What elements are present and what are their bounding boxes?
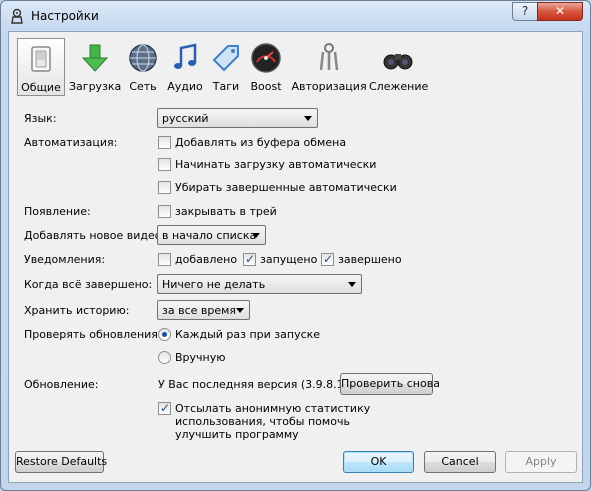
- tab-label: Слежение: [369, 80, 429, 93]
- history-value: за все время: [162, 304, 237, 317]
- chevron-down-icon: [348, 282, 356, 287]
- notify-started-checkbox[interactable]: ✓: [243, 252, 256, 266]
- help-button[interactable]: ?: [512, 2, 538, 21]
- check-again-button[interactable]: Проверить снова: [340, 373, 440, 395]
- tab-label: Сеть: [129, 80, 157, 93]
- title-bar[interactable]: Настройки ? ✕: [1, 1, 590, 31]
- tab-label: Общие: [21, 81, 61, 94]
- checkmark-icon: ✓: [160, 401, 171, 415]
- speedometer-icon: [251, 43, 281, 73]
- stats-line: Отсылать анонимную статистику: [175, 402, 371, 415]
- autoremove-checkbox-label: Убирать завершенные автоматически: [175, 181, 397, 194]
- notifications-label: Уведомления:: [24, 253, 106, 266]
- update-label: Обновление:: [24, 378, 99, 391]
- autostart-checkbox[interactable]: [158, 158, 171, 171]
- cancel-button[interactable]: Cancel: [424, 451, 496, 473]
- tab-label: Загрузка: [69, 80, 122, 93]
- download-arrow-icon: [81, 44, 109, 72]
- when-done-label: Когда всё завершено:: [24, 278, 153, 291]
- globe-icon: [129, 44, 157, 72]
- binoculars-icon: [383, 54, 413, 70]
- clipboard-checkbox[interactable]: [158, 136, 171, 149]
- tab-label: Аудио: [167, 80, 203, 93]
- tab-authorization[interactable]: Авторизация: [290, 38, 368, 96]
- stats-checkbox[interactable]: ✓: [158, 401, 171, 415]
- tab-tags[interactable]: Таги: [209, 38, 243, 96]
- appearance-label: Появление:: [24, 205, 91, 218]
- switch-icon: [31, 46, 51, 72]
- clipboard-checkbox-label: Добавлять из буфера обмена: [175, 136, 347, 149]
- close-button[interactable]: ✕: [537, 2, 583, 21]
- settings-window: Настройки ? ✕ Общие Загрузка Сеть Аудио …: [0, 0, 591, 491]
- category-toolbar: Общие Загрузка Сеть Аудио Таги Boost Авт…: [9, 32, 582, 98]
- window-title: Настройки: [31, 9, 99, 23]
- chevron-down-icon: [304, 116, 312, 121]
- notify-finished-checkbox[interactable]: ✓: [321, 252, 334, 266]
- update-manual-label: Вручную: [175, 351, 226, 364]
- notify-added-checkbox[interactable]: [158, 253, 171, 266]
- tab-label: Boost: [250, 80, 282, 93]
- update-status: У Вас последняя версия (3.9.8.16): [158, 378, 355, 391]
- notify-started-label: запущено: [260, 253, 318, 266]
- client-area: Общие Загрузка Сеть Аудио Таги Boost Авт…: [8, 31, 583, 483]
- checkmark-icon: ✓: [245, 252, 256, 266]
- tray-checkbox[interactable]: [158, 205, 171, 218]
- app-icon: [11, 8, 23, 24]
- add-video-label: Добавлять новое видео:: [24, 229, 166, 242]
- language-value: русский: [162, 112, 209, 125]
- tab-label: Таги: [212, 80, 240, 93]
- radio-dot-icon: [162, 332, 167, 337]
- update-on-start-label: Каждый раз при запуске: [175, 328, 321, 341]
- ok-button[interactable]: OK: [343, 451, 414, 473]
- language-label: Язык:: [24, 112, 57, 125]
- stats-line: использования, чтобы помочь: [175, 415, 350, 428]
- language-select[interactable]: русский: [157, 108, 318, 128]
- tab-download[interactable]: Загрузка: [69, 38, 121, 96]
- stats-line: улучшить программу: [175, 428, 299, 441]
- keys-icon: [319, 43, 339, 71]
- chevron-down-icon: [252, 233, 260, 238]
- automation-label: Автоматизация:: [24, 136, 118, 149]
- restore-defaults-button[interactable]: Restore Defaults: [15, 451, 107, 473]
- stats-label: Отсылать анонимную статистику использова…: [175, 402, 370, 441]
- history-label: Хранить историю:: [24, 304, 130, 317]
- tag-icon: [212, 45, 239, 72]
- apply-button[interactable]: Apply: [505, 451, 577, 473]
- tab-tracking[interactable]: Слежение: [369, 38, 429, 96]
- tab-general[interactable]: Общие: [17, 38, 65, 96]
- tab-network[interactable]: Сеть: [125, 38, 161, 96]
- autostart-checkbox-label: Начинать загрузку автоматически: [175, 158, 377, 171]
- check-updates-label: Проверять обновления:: [24, 328, 162, 341]
- update-on-start-radio[interactable]: [158, 328, 171, 341]
- update-manual-radio[interactable]: [158, 351, 171, 364]
- when-done-value: Ничего не делать: [162, 278, 266, 291]
- music-note-icon: [174, 43, 197, 69]
- when-done-select[interactable]: Ничего не делать: [157, 274, 362, 294]
- history-select[interactable]: за все время: [157, 300, 250, 320]
- tab-boost[interactable]: Boost: [247, 38, 285, 96]
- add-video-value: в начало списка: [162, 229, 257, 242]
- add-video-select[interactable]: в начало списка: [157, 225, 266, 245]
- tab-audio[interactable]: Аудио: [165, 38, 205, 96]
- notify-added-label: добавлено: [175, 253, 238, 266]
- autoremove-checkbox[interactable]: [158, 181, 171, 194]
- tab-label: Авторизация: [291, 80, 367, 93]
- notify-finished-label: завершено: [338, 253, 402, 266]
- chevron-down-icon: [236, 308, 244, 313]
- checkmark-icon: ✓: [323, 252, 334, 266]
- tray-checkbox-label: закрывать в трей: [175, 205, 277, 218]
